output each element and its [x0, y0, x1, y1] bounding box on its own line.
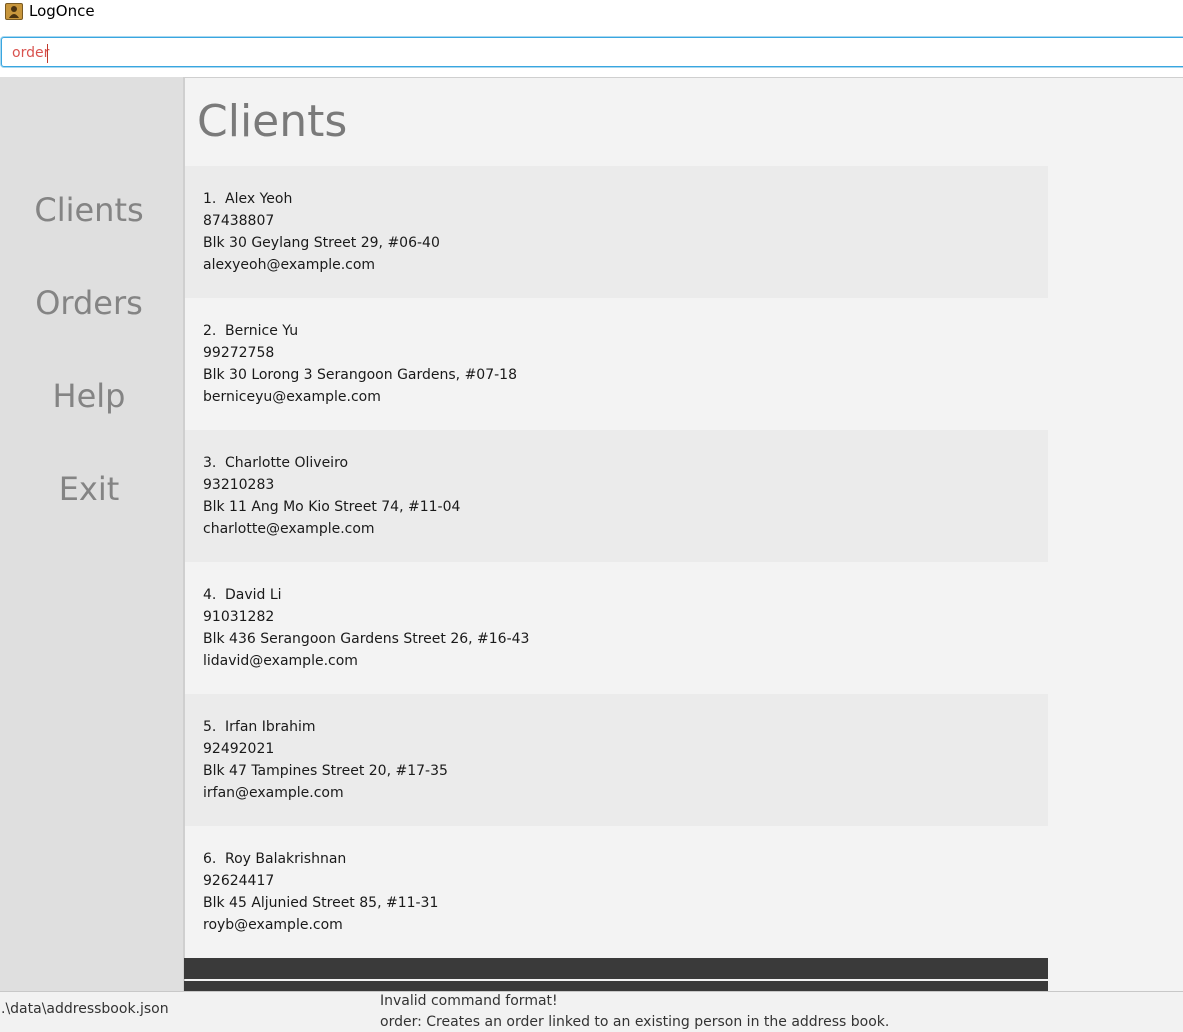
window-title: LogOnce [29, 2, 95, 20]
client-index: 5. [203, 719, 217, 735]
client-email: alexyeoh@example.com [203, 257, 376, 273]
client-address: Blk 47 Tampines Street 20, #17-35 [203, 763, 448, 779]
client-name: Irfan Ibrahim [225, 719, 316, 735]
client-index: 1. [203, 191, 217, 207]
client-phone: 91031282 [203, 609, 275, 625]
sidebar-item-clients[interactable]: Clients [0, 190, 178, 230]
client-card[interactable]: 5. Irfan Ibrahim 92492021 Blk 47 Tampines… [185, 694, 1048, 826]
client-address: Blk 11 Ang Mo Kio Street 74, #11-04 [203, 499, 461, 515]
client-name: Charlotte Oliveiro [225, 455, 349, 471]
client-name-line: 2. Bernice Yu [203, 320, 1048, 342]
command-box[interactable] [1, 37, 1183, 67]
client-card[interactable]: 1. Alex Yeoh 87438807 Blk 30 Geylang Stre… [185, 166, 1048, 298]
client-card[interactable]: 3. Charlotte Oliveiro 93210283 Blk 11 Ang… [185, 430, 1048, 562]
client-name-line: 4. David Li [203, 584, 1048, 606]
status-file-path: .\data\addressbook.json [1, 1001, 169, 1017]
client-phone: 92624417 [203, 873, 275, 889]
client-index: 4. [203, 587, 217, 603]
client-email: berniceyu@example.com [203, 389, 381, 405]
client-address: Blk 436 Serangoon Gardens Street 26, #16… [203, 631, 530, 647]
client-index: 2. [203, 323, 217, 339]
client-email: irfan@example.com [203, 785, 344, 801]
client-index: 6. [203, 851, 217, 867]
client-name: David Li [225, 587, 282, 603]
client-address: Blk 30 Lorong 3 Serangoon Gardens, #07-1… [203, 367, 517, 383]
client-address: Blk 30 Geylang Street 29, #06-40 [203, 235, 440, 251]
text-caret [47, 44, 48, 63]
client-name: Roy Balakrishnan [225, 851, 347, 867]
title-bar: LogOnce [0, 0, 1183, 30]
client-name: Alex Yeoh [225, 191, 293, 207]
result-display-bar [184, 981, 1048, 991]
sidebar-item-orders[interactable]: Orders [0, 283, 178, 323]
client-email: lidavid@example.com [203, 653, 358, 669]
client-name-line: 3. Charlotte Oliveiro [203, 452, 1048, 474]
client-address: Blk 45 Aljunied Street 85, #11-31 [203, 895, 439, 911]
result-usage-line: order: Creates an order linked to an exi… [380, 1014, 890, 1030]
sidebar-item-exit[interactable]: Exit [0, 469, 178, 509]
client-name-line: 6. Roy Balakrishnan [203, 848, 1048, 870]
client-name: Bernice Yu [225, 323, 299, 339]
address-book-icon [5, 3, 23, 20]
client-email: charlotte@example.com [203, 521, 375, 537]
client-index: 3. [203, 455, 217, 471]
client-phone: 87438807 [203, 213, 275, 229]
page-title: Clients [197, 96, 348, 147]
command-input[interactable] [12, 43, 1172, 63]
client-phone: 92492021 [203, 741, 275, 757]
client-card[interactable]: 2. Bernice Yu 99272758 Blk 30 Lorong 3 Se… [185, 298, 1048, 430]
sidebar-item-help[interactable]: Help [0, 376, 178, 416]
client-email: royb@example.com [203, 917, 343, 933]
client-card[interactable]: 6. Roy Balakrishnan 92624417 Blk 45 Aljun… [185, 826, 1048, 958]
result-message-line: Invalid command format! [380, 993, 558, 1009]
client-name-line: 1. Alex Yeoh [203, 188, 1048, 210]
client-card[interactable]: 4. David Li 91031282 Blk 436 Serangoon Ga… [185, 562, 1048, 694]
client-name-line: 5. Irfan Ibrahim [203, 716, 1048, 738]
result-display-bar [184, 958, 1048, 979]
client-phone: 99272758 [203, 345, 275, 361]
client-phone: 93210283 [203, 477, 275, 493]
